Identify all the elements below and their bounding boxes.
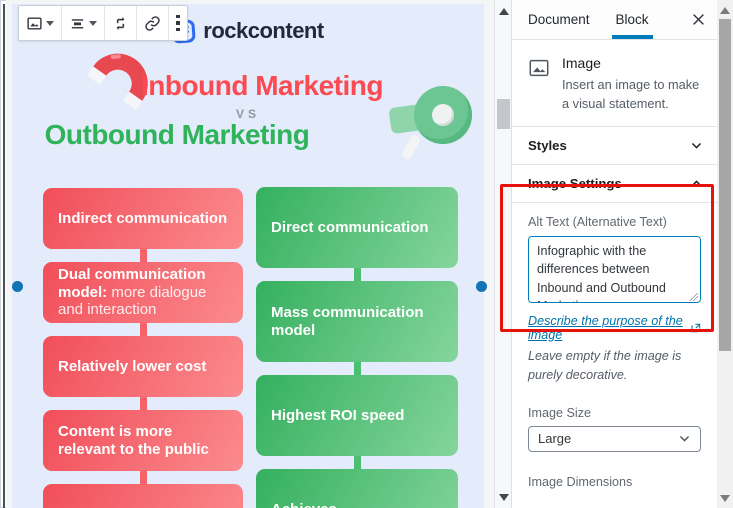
connector: [140, 397, 147, 410]
image-block-type-button[interactable]: [19, 6, 62, 40]
connector: [354, 362, 361, 375]
list-item: Content is more relevant to the public: [43, 410, 243, 471]
list-item: Dual communication model: more dialogue …: [43, 262, 243, 323]
window-edge-divider: [3, 4, 5, 508]
tab-block[interactable]: Block: [606, 0, 659, 39]
chevron-up-icon: [690, 177, 703, 190]
resize-grip-icon[interactable]: [690, 293, 698, 301]
crop-button[interactable]: [105, 6, 137, 40]
link-button[interactable]: [137, 6, 169, 40]
scroll-up-icon: [720, 7, 730, 14]
block-card-description: Insert an image to make a visual stateme…: [562, 76, 703, 113]
sidebar-scrollbar[interactable]: [717, 0, 733, 508]
image-size-value: Large: [538, 431, 571, 446]
alignment-button[interactable]: [62, 6, 105, 40]
connector: [140, 323, 147, 336]
scroll-down-button[interactable]: [495, 489, 512, 505]
image-block-icon: [528, 57, 550, 113]
close-icon: [692, 13, 705, 26]
list-item: Highest ROI speed: [256, 375, 458, 456]
more-options-button[interactable]: [169, 6, 187, 40]
block-card: Image Insert an image to make a visual s…: [512, 40, 717, 127]
chevron-down-icon: [678, 432, 691, 445]
chevron-down-icon: [690, 139, 703, 152]
list-item: Direct communication: [256, 187, 458, 268]
scroll-down-button[interactable]: [717, 490, 733, 506]
image-block-icon: [26, 15, 43, 32]
infographic-title-outbound: Outbound Marketing: [12, 119, 342, 151]
resize-handle-left[interactable]: [12, 281, 23, 292]
alignment-icon: [69, 15, 86, 32]
settings-sidebar: Document Block Image Insert an image to …: [511, 0, 717, 508]
connector: [140, 471, 147, 484]
image-size-select[interactable]: Large: [528, 426, 701, 452]
list-item: Mass communication model: [256, 281, 458, 362]
sidebar-tabs: Document Block: [512, 0, 717, 40]
scrollbar-thumb[interactable]: [719, 19, 731, 351]
scroll-up-icon: [499, 8, 509, 15]
image-dimensions-label: Image Dimensions: [528, 475, 701, 489]
tab-document[interactable]: Document: [518, 0, 600, 39]
connector: [354, 268, 361, 281]
close-sidebar-button[interactable]: [679, 0, 717, 39]
image-settings-section-toggle[interactable]: Image Settings: [512, 165, 717, 203]
scroll-up-button[interactable]: [717, 2, 733, 18]
list-item: Achieves: [256, 469, 458, 508]
styles-section-label: Styles: [528, 138, 567, 153]
block-card-title: Image: [562, 55, 703, 71]
block-toolbar: [18, 5, 188, 41]
scrollbar-thumb[interactable]: [497, 99, 510, 129]
wordpress-editor-window: rockcontent Inbound Marketing VS Outboun…: [0, 0, 733, 508]
megaphone-icon: [384, 82, 476, 168]
image-settings-section-label: Image Settings: [528, 176, 622, 191]
external-link-icon: [691, 322, 701, 334]
list-item: Relatively lower cost: [43, 336, 243, 397]
list-item: Indirect communication: [43, 188, 243, 249]
link-icon: [144, 15, 161, 32]
alt-text-input[interactable]: Infographic with the differences between…: [528, 236, 701, 303]
alt-text-label: Alt Text (Alternative Text): [528, 215, 701, 229]
image-settings-body: Alt Text (Alternative Text) Infographic …: [512, 203, 717, 508]
brand-name: rockcontent: [203, 18, 323, 44]
alt-text-help: Leave empty if the image is purely decor…: [528, 347, 698, 385]
inbound-column: Indirect communication Dual communicatio…: [43, 188, 243, 508]
connector: [354, 456, 361, 469]
chevron-down-icon: [46, 21, 54, 26]
describe-purpose-link[interactable]: Describe the purpose of the image: [528, 314, 687, 342]
image-size-label: Image Size: [528, 406, 701, 420]
selected-image-block[interactable]: rockcontent Inbound Marketing VS Outboun…: [12, 4, 484, 508]
canvas-scrollbar[interactable]: [494, 0, 511, 508]
scroll-down-icon: [720, 495, 730, 502]
connector: [140, 249, 147, 262]
more-options-icon: [176, 15, 180, 32]
list-item: Track results in real: [43, 484, 243, 508]
resize-handle-right[interactable]: [476, 281, 487, 292]
crop-icon: [112, 15, 129, 32]
chevron-down-icon: [89, 21, 97, 26]
outbound-column: Direct communication Mass communication …: [256, 187, 458, 508]
styles-section-toggle[interactable]: Styles: [512, 127, 717, 165]
scroll-up-button[interactable]: [495, 3, 512, 19]
scroll-down-icon: [499, 494, 509, 501]
editor-canvas: rockcontent Inbound Marketing VS Outboun…: [6, 0, 494, 508]
